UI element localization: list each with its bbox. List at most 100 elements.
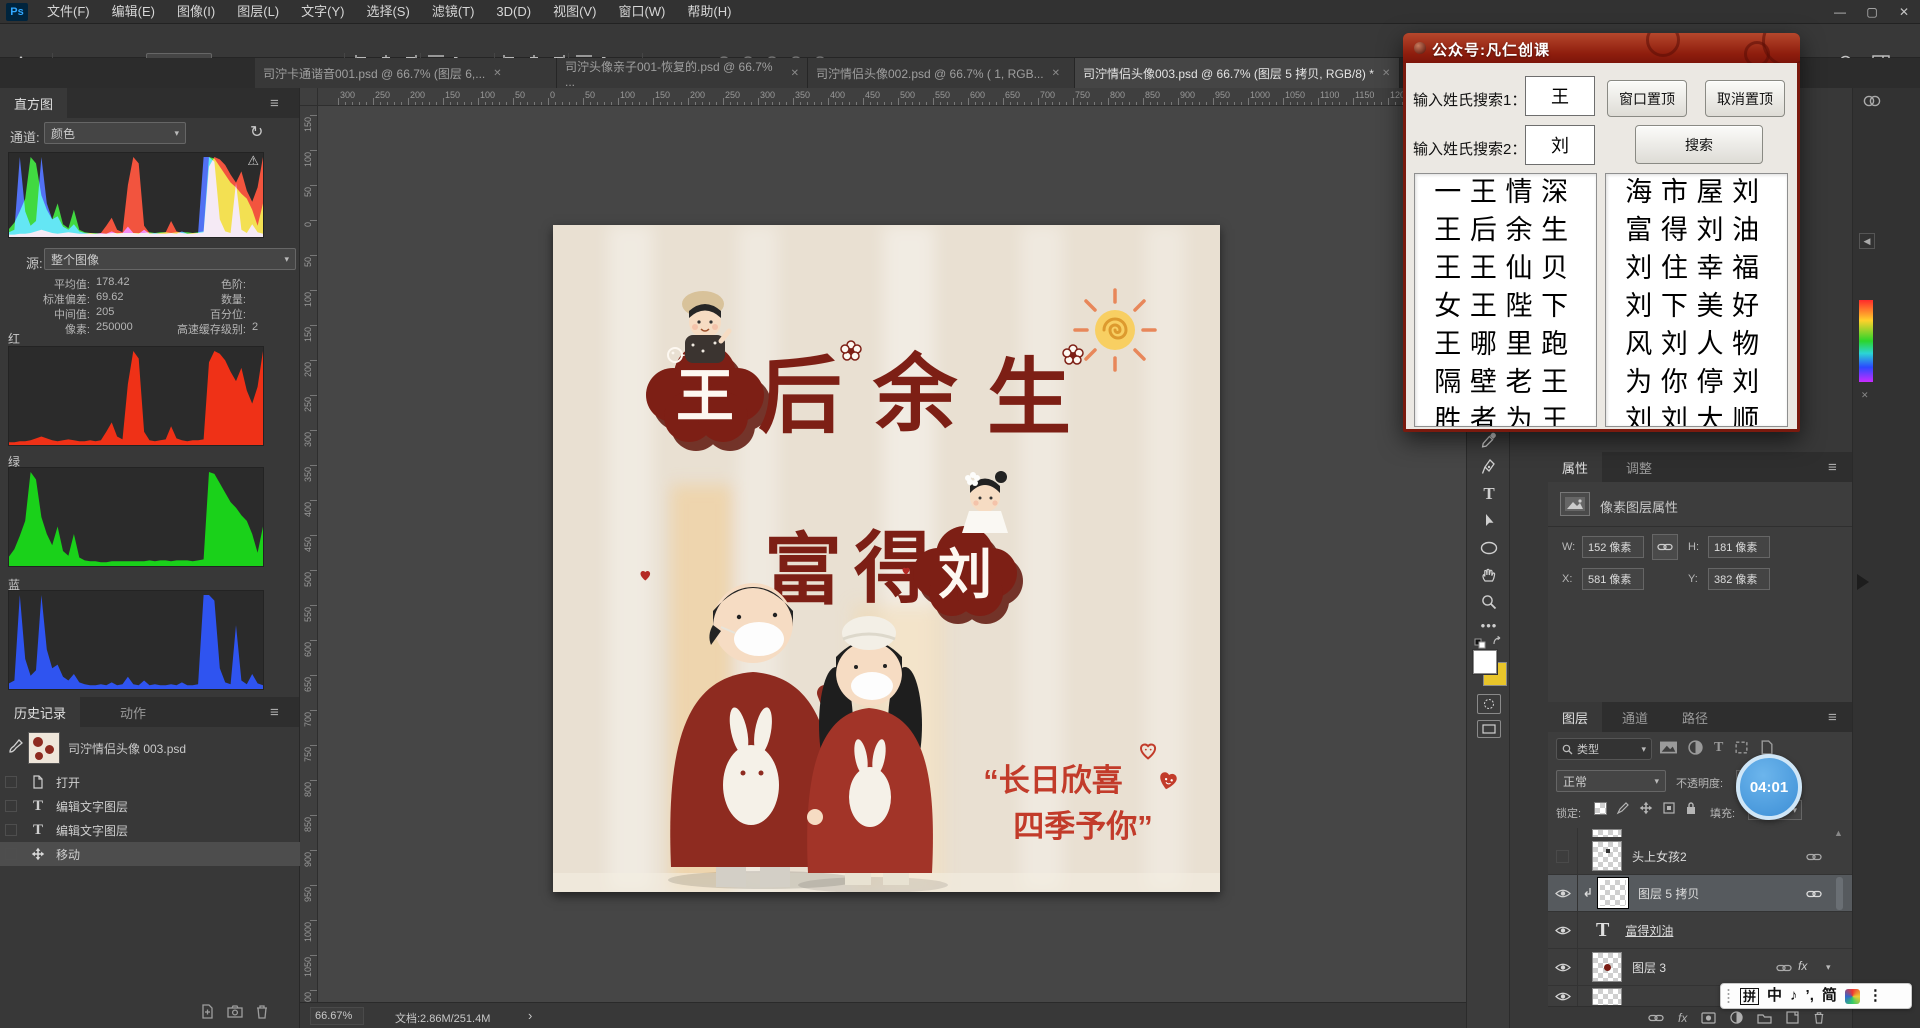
- dialog-title-bar[interactable]: 公众号:凡仁创课: [1403, 33, 1800, 63]
- result-item[interactable]: 王王仙贝: [1415, 250, 1596, 288]
- fx-collapse-icon[interactable]: ▾: [1826, 962, 1831, 973]
- menu-item-5[interactable]: 选择(S): [355, 4, 420, 19]
- status-chevron-icon[interactable]: ›: [528, 1008, 532, 1023]
- channels-tab[interactable]: 通道: [1608, 702, 1662, 732]
- layer-row-text[interactable]: T 富得刘油: [1548, 912, 1852, 949]
- menu-item-9[interactable]: 窗口(W): [607, 4, 676, 19]
- filter-type-icon[interactable]: T: [1714, 740, 1723, 755]
- timer-overlay[interactable]: 04:01: [1736, 754, 1802, 820]
- new-snapshot-icon[interactable]: [227, 1004, 243, 1019]
- panel-menu-icon[interactable]: ≡: [270, 95, 279, 112]
- menu-item-6[interactable]: 滤镜(T): [421, 4, 486, 19]
- result-item[interactable]: 为你停刘: [1606, 364, 1787, 402]
- history-item-open[interactable]: 打开: [0, 770, 300, 794]
- visibility-eye-icon[interactable]: [1555, 962, 1571, 973]
- link-layers-icon[interactable]: [1648, 1013, 1664, 1023]
- menu-item-1[interactable]: 编辑(E): [101, 4, 166, 19]
- ellipse-tool-icon[interactable]: [1478, 537, 1500, 559]
- ime-pinyin-icon[interactable]: 拼: [1740, 988, 1759, 1005]
- lock-position-icon[interactable]: [1639, 801, 1653, 815]
- result-item[interactable]: 隔壁老王: [1415, 364, 1596, 402]
- document-tab-2[interactable]: 司泞头像亲子001-恢复的.psd @ 66.7% ...✕: [557, 58, 808, 88]
- quick-mask-button[interactable]: [1477, 694, 1501, 714]
- visibility-eye-icon[interactable]: [1555, 925, 1571, 936]
- result-item[interactable]: 刘下美好: [1606, 288, 1787, 326]
- document-tab-4-active[interactable]: 司泞情侣头像003.psd @ 66.7% (图层 5 拷贝, RGB/8) *…: [1075, 58, 1400, 88]
- blend-mode-dropdown[interactable]: 正常▾: [1556, 770, 1666, 792]
- new-group-icon[interactable]: [1757, 1012, 1772, 1024]
- layers-scrollbar-thumb[interactable]: [1836, 877, 1843, 910]
- layers-tab[interactable]: 图层: [1548, 702, 1602, 732]
- result-item[interactable]: 王哪里跑: [1415, 326, 1596, 364]
- ime-more-icon[interactable]: ⋮: [1868, 984, 1883, 1008]
- window-close-button[interactable]: ✕: [1888, 0, 1920, 24]
- path-select-tool-icon[interactable]: [1478, 510, 1500, 532]
- fx-badge[interactable]: fx: [1798, 959, 1807, 973]
- add-layer-style-icon[interactable]: fx: [1678, 1011, 1687, 1025]
- x-field[interactable]: 581 像素: [1582, 568, 1644, 590]
- ime-drag-handle-icon[interactable]: [1727, 988, 1732, 1004]
- link-dimensions-button[interactable]: [1652, 534, 1678, 560]
- result-item[interactable]: 风刘人物: [1606, 326, 1787, 364]
- panel-menu-icon[interactable]: ≡: [1828, 709, 1837, 726]
- new-layer-icon[interactable]: [1786, 1011, 1799, 1024]
- menu-item-3[interactable]: 图层(L): [226, 4, 290, 19]
- channel-dropdown[interactable]: 颜色▾: [44, 122, 186, 144]
- result-item[interactable]: 一王情深: [1415, 174, 1596, 212]
- add-adjustment-icon[interactable]: [1730, 1011, 1743, 1024]
- expand-panel-icon[interactable]: ◀: [1859, 233, 1875, 249]
- ime-punctuation-icon[interactable]: ’,: [1806, 984, 1814, 1008]
- search1-input[interactable]: 王: [1525, 76, 1595, 116]
- menu-item-7[interactable]: 3D(D): [485, 4, 542, 19]
- history-item-move-selected[interactable]: 移动: [0, 842, 300, 866]
- ime-chinese-icon[interactable]: 中: [1767, 984, 1782, 1008]
- foreground-color-swatch[interactable]: [1473, 650, 1497, 674]
- visibility-toggle-empty[interactable]: [1556, 850, 1569, 863]
- paths-tab[interactable]: 路径: [1668, 702, 1722, 732]
- window-restore-button[interactable]: ▢: [1856, 0, 1888, 24]
- document-tab-1[interactable]: 司泞卡通谐音001.psd @ 66.7% (图层 6,...✕: [255, 58, 557, 88]
- layer-row-selected-copy[interactable]: 图层 5 拷贝: [1548, 875, 1852, 912]
- results-list-2[interactable]: 海市屋刘富得刘油刘住幸福刘下美好风刘人物为你停刘刘刘大顺: [1605, 173, 1788, 427]
- result-item[interactable]: 刘刘大顺: [1606, 402, 1787, 427]
- tab-close-icon[interactable]: ✕: [493, 68, 501, 79]
- color-spectrum-strip[interactable]: [1859, 300, 1873, 382]
- result-item[interactable]: 王后余生: [1415, 212, 1596, 250]
- menu-item-4[interactable]: 文字(Y): [290, 4, 355, 19]
- lock-artboard-icon[interactable]: [1662, 801, 1676, 815]
- result-item[interactable]: 女王陛下: [1415, 288, 1596, 326]
- screen-mode-button[interactable]: [1477, 720, 1501, 738]
- zoom-level-field[interactable]: 66.67%: [310, 1007, 364, 1025]
- lock-pixels-icon[interactable]: [1616, 801, 1630, 815]
- layer-row-3[interactable]: 图层 3 fx ▾: [1548, 949, 1852, 986]
- properties-tab[interactable]: 属性: [1548, 452, 1602, 482]
- width-field[interactable]: 152 像素: [1582, 536, 1644, 558]
- history-snapshot-row[interactable]: 司泞情侣头像 003.psd: [0, 730, 300, 766]
- ime-simplified-icon[interactable]: 简: [1822, 984, 1837, 1008]
- filter-smart-object-icon[interactable]: [1760, 740, 1773, 755]
- menu-item-2[interactable]: 图像(I): [166, 4, 226, 19]
- layer-row-hidden-girl[interactable]: 头上女孩2: [1548, 838, 1852, 875]
- tab-close-icon[interactable]: ✕: [791, 68, 799, 79]
- ime-toolbar[interactable]: 拼 中 ♪ ’, 简 ⋮: [1720, 983, 1912, 1009]
- results-list-1[interactable]: 一王情深王后余生王王仙贝女王陛下王哪里跑隔壁老王胜者为王: [1414, 173, 1597, 427]
- result-item[interactable]: 刘住幸福: [1606, 250, 1787, 288]
- histogram-warning-icon[interactable]: ⚠: [247, 153, 259, 169]
- filter-pixel-icon[interactable]: [1660, 740, 1677, 755]
- lock-transparency-icon[interactable]: [1594, 802, 1607, 815]
- lock-all-icon[interactable]: [1685, 801, 1697, 815]
- edit-toolbar-icon[interactable]: •••: [1478, 614, 1500, 636]
- refresh-icon[interactable]: ↻: [250, 122, 263, 142]
- panel-menu-icon[interactable]: ≡: [270, 704, 279, 721]
- document-tab-3[interactable]: 司泞情侣头像002.psd @ 66.7% ( 1, RGB...✕: [808, 58, 1075, 88]
- pin-window-button[interactable]: 窗口置顶: [1607, 80, 1687, 117]
- scroll-up-icon[interactable]: ▲: [1834, 828, 1843, 838]
- menu-item-8[interactable]: 视图(V): [542, 4, 607, 19]
- delete-layer-icon[interactable]: [1813, 1011, 1825, 1024]
- histogram-panel-tab[interactable]: 直方图: [0, 88, 67, 118]
- filter-adjustment-icon[interactable]: [1688, 740, 1703, 755]
- document-canvas[interactable]: 王 后 余 生: [553, 225, 1220, 892]
- type-tool-icon[interactable]: T: [1478, 483, 1500, 505]
- y-field[interactable]: 382 像素: [1708, 568, 1770, 590]
- tab-close-icon[interactable]: ✕: [1382, 68, 1390, 79]
